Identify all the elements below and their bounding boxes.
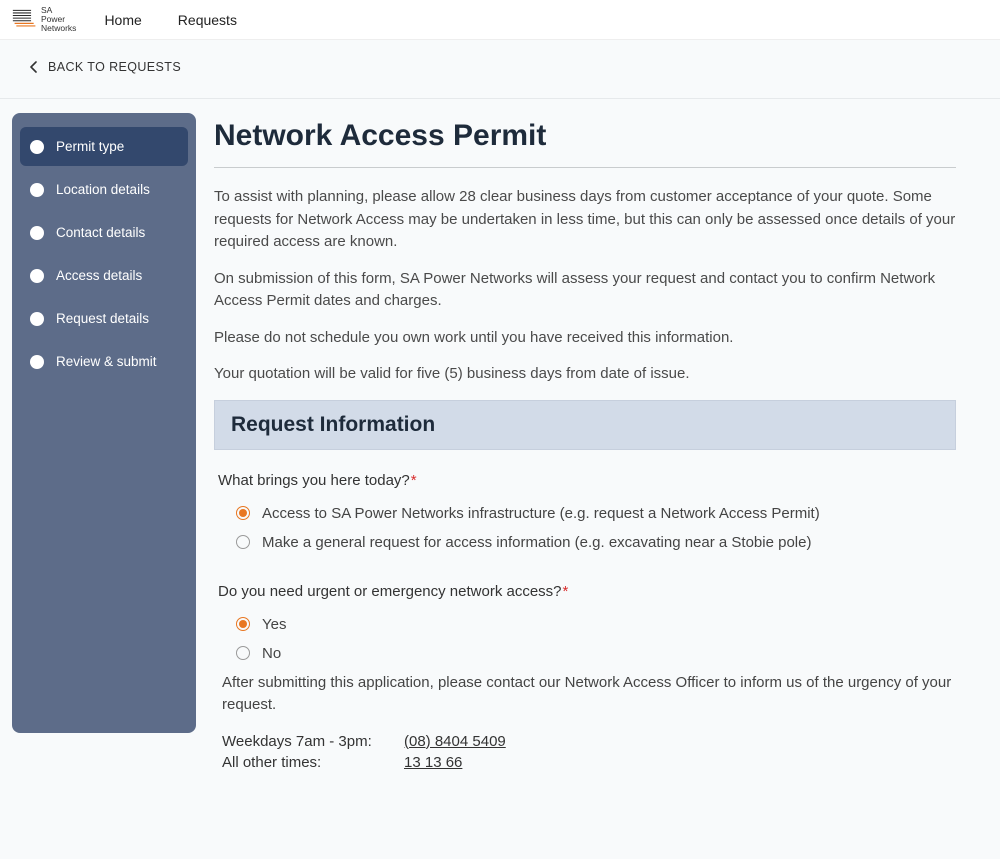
step-label: Review & submit: [56, 354, 157, 369]
nav-requests[interactable]: Requests: [178, 12, 237, 28]
divider: [214, 167, 956, 168]
radio-urgent-yes[interactable]: Yes: [218, 610, 952, 639]
brand-text: SAPowerNetworks: [41, 6, 76, 33]
radio-icon: [236, 646, 250, 660]
intro-p2: On submission of this form, SA Power Net…: [214, 268, 956, 313]
back-bar: BACK TO REQUESTS: [0, 40, 1000, 99]
wizard-sidebar: Permit type Location details Contact det…: [12, 113, 196, 733]
radio-icon: [236, 535, 250, 549]
step-dot-icon: [30, 355, 44, 369]
back-label: BACK TO REQUESTS: [48, 60, 181, 74]
step-request-details[interactable]: Request details: [20, 299, 188, 338]
section-request-information: Request Information: [214, 400, 956, 450]
step-dot-icon: [30, 183, 44, 197]
radio-label: Access to SA Power Networks infrastructu…: [262, 505, 820, 522]
contact-weekdays: Weekdays 7am - 3pm: (08) 8404 5409: [218, 731, 952, 752]
step-label: Access details: [56, 268, 142, 283]
step-access-details[interactable]: Access details: [20, 256, 188, 295]
field-urgent-access: Do you need urgent or emergency network …: [214, 583, 956, 773]
contact-label: Weekdays 7am - 3pm:: [222, 733, 404, 750]
top-nav: SAPowerNetworks Home Requests: [0, 0, 1000, 40]
step-location-details[interactable]: Location details: [20, 170, 188, 209]
step-dot-icon: [30, 140, 44, 154]
step-review-submit[interactable]: Review & submit: [20, 342, 188, 381]
step-dot-icon: [30, 269, 44, 283]
main-content: Network Access Permit To assist with pla…: [196, 113, 956, 799]
contact-phone-link[interactable]: 13 13 66: [404, 754, 462, 771]
radio-general-request[interactable]: Make a general request for access inform…: [218, 528, 952, 557]
radio-label: No: [262, 645, 281, 662]
step-dot-icon: [30, 312, 44, 326]
contact-label: All other times:: [222, 754, 404, 771]
step-label: Request details: [56, 311, 149, 326]
radio-icon: [236, 506, 250, 520]
field-label: Do you need urgent or emergency network …: [218, 583, 952, 600]
urgent-helper-text: After submitting this application, pleas…: [222, 672, 952, 717]
step-label: Permit type: [56, 139, 124, 154]
field-what-brings-you: What brings you here today?* Access to S…: [214, 472, 956, 557]
step-permit-type[interactable]: Permit type: [20, 127, 188, 166]
page-body: Permit type Location details Contact det…: [0, 99, 1000, 859]
contact-phone-link[interactable]: (08) 8404 5409: [404, 733, 506, 750]
step-label: Contact details: [56, 225, 145, 240]
intro-p3: Please do not schedule you own work unti…: [214, 327, 956, 350]
field-label: What brings you here today?*: [218, 472, 952, 489]
intro-p1: To assist with planning, please allow 28…: [214, 186, 956, 254]
intro-text: To assist with planning, please allow 28…: [214, 186, 956, 386]
radio-label: Make a general request for access inform…: [262, 534, 811, 551]
required-marker: *: [411, 472, 417, 489]
required-marker: *: [563, 583, 569, 600]
radio-urgent-no[interactable]: No: [218, 639, 952, 668]
brand-logo[interactable]: SAPowerNetworks: [12, 6, 76, 33]
logo-icon: [12, 8, 38, 30]
step-contact-details[interactable]: Contact details: [20, 213, 188, 252]
intro-p4: Your quotation will be valid for five (5…: [214, 363, 956, 386]
contact-other-times: All other times: 13 13 66: [218, 752, 952, 773]
back-to-requests-link[interactable]: BACK TO REQUESTS: [30, 60, 181, 74]
nav-home[interactable]: Home: [104, 12, 141, 28]
step-label: Location details: [56, 182, 150, 197]
radio-icon: [236, 617, 250, 631]
radio-label: Yes: [262, 616, 286, 633]
page-title: Network Access Permit: [214, 119, 956, 153]
radio-access-infrastructure[interactable]: Access to SA Power Networks infrastructu…: [218, 499, 952, 528]
chevron-left-icon: [30, 61, 38, 73]
step-dot-icon: [30, 226, 44, 240]
